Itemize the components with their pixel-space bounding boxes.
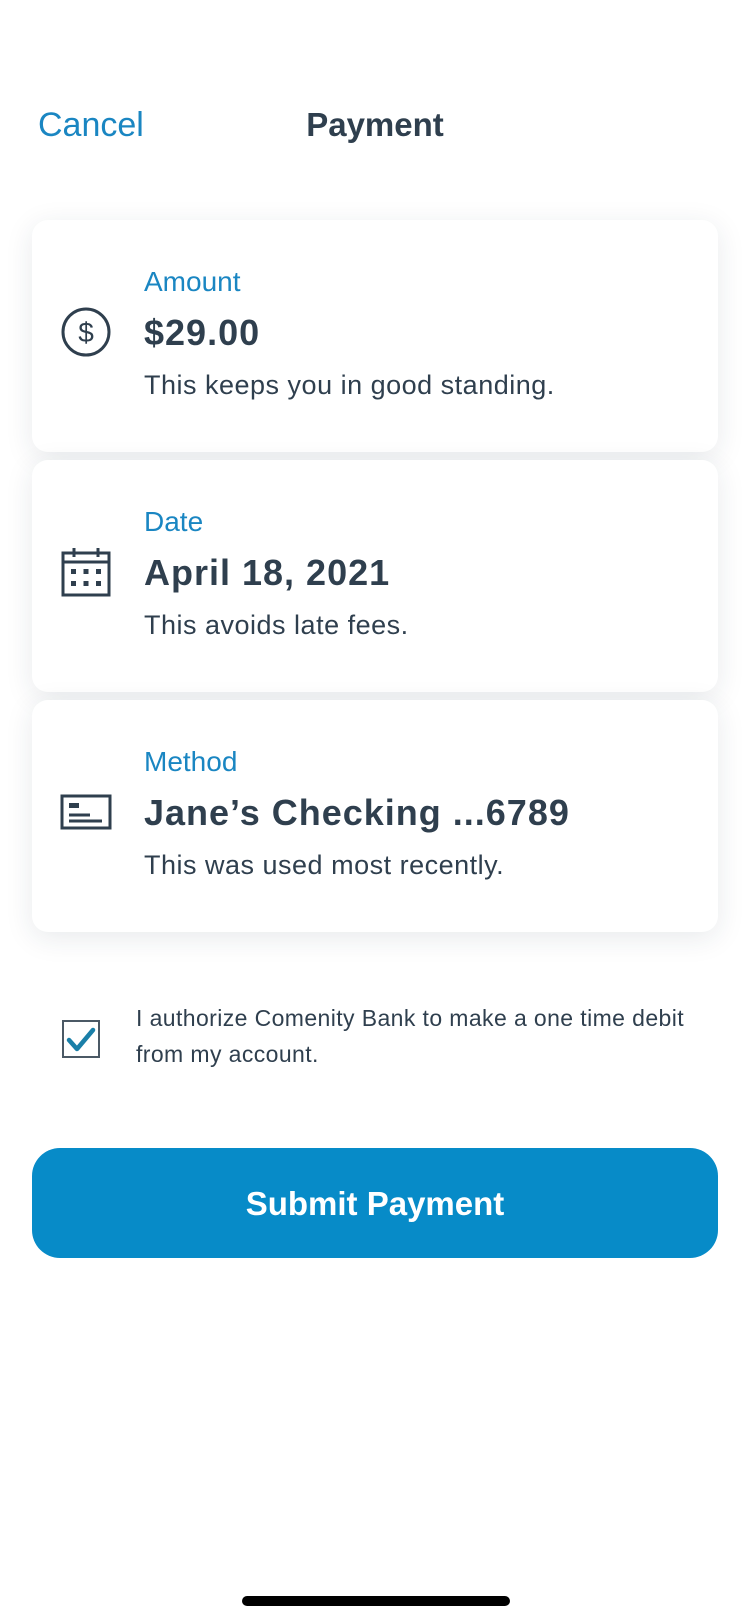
amount-value: $29.00 xyxy=(144,312,261,353)
authorization-checkbox[interactable] xyxy=(62,1020,100,1058)
calendar-icon xyxy=(60,546,112,598)
method-card[interactable]: Method Jane’s Checking ...6789 This was … xyxy=(32,700,718,932)
dollar-circle-icon: $ xyxy=(60,306,112,358)
method-value: Jane’s Checking ...6789 xyxy=(144,792,570,833)
date-value: April 18, 2021 xyxy=(144,552,391,593)
amount-note: This keeps you in good standing. xyxy=(144,370,555,400)
home-indicator xyxy=(242,1596,510,1606)
header: Cancel Payment xyxy=(0,0,750,200)
date-card[interactable]: Date April 18, 2021 This avoids late fee… xyxy=(32,460,718,692)
checkmark-icon xyxy=(66,1027,96,1052)
authorization-text: I authorize Comenity Bank to make a one … xyxy=(136,1005,685,1067)
date-label: Date xyxy=(144,506,204,537)
submit-payment-button[interactable]: Submit Payment xyxy=(32,1148,718,1258)
svg-text:$: $ xyxy=(78,317,94,348)
amount-label: Amount xyxy=(144,266,241,297)
bank-check-icon xyxy=(60,786,112,838)
method-label: Method xyxy=(144,746,238,777)
method-note: This was used most recently. xyxy=(144,850,505,880)
amount-card[interactable]: $ Amount $29.00 This keeps you in good s… xyxy=(32,220,718,452)
page-title: Payment xyxy=(306,106,444,143)
date-note: This avoids late fees. xyxy=(144,610,409,640)
